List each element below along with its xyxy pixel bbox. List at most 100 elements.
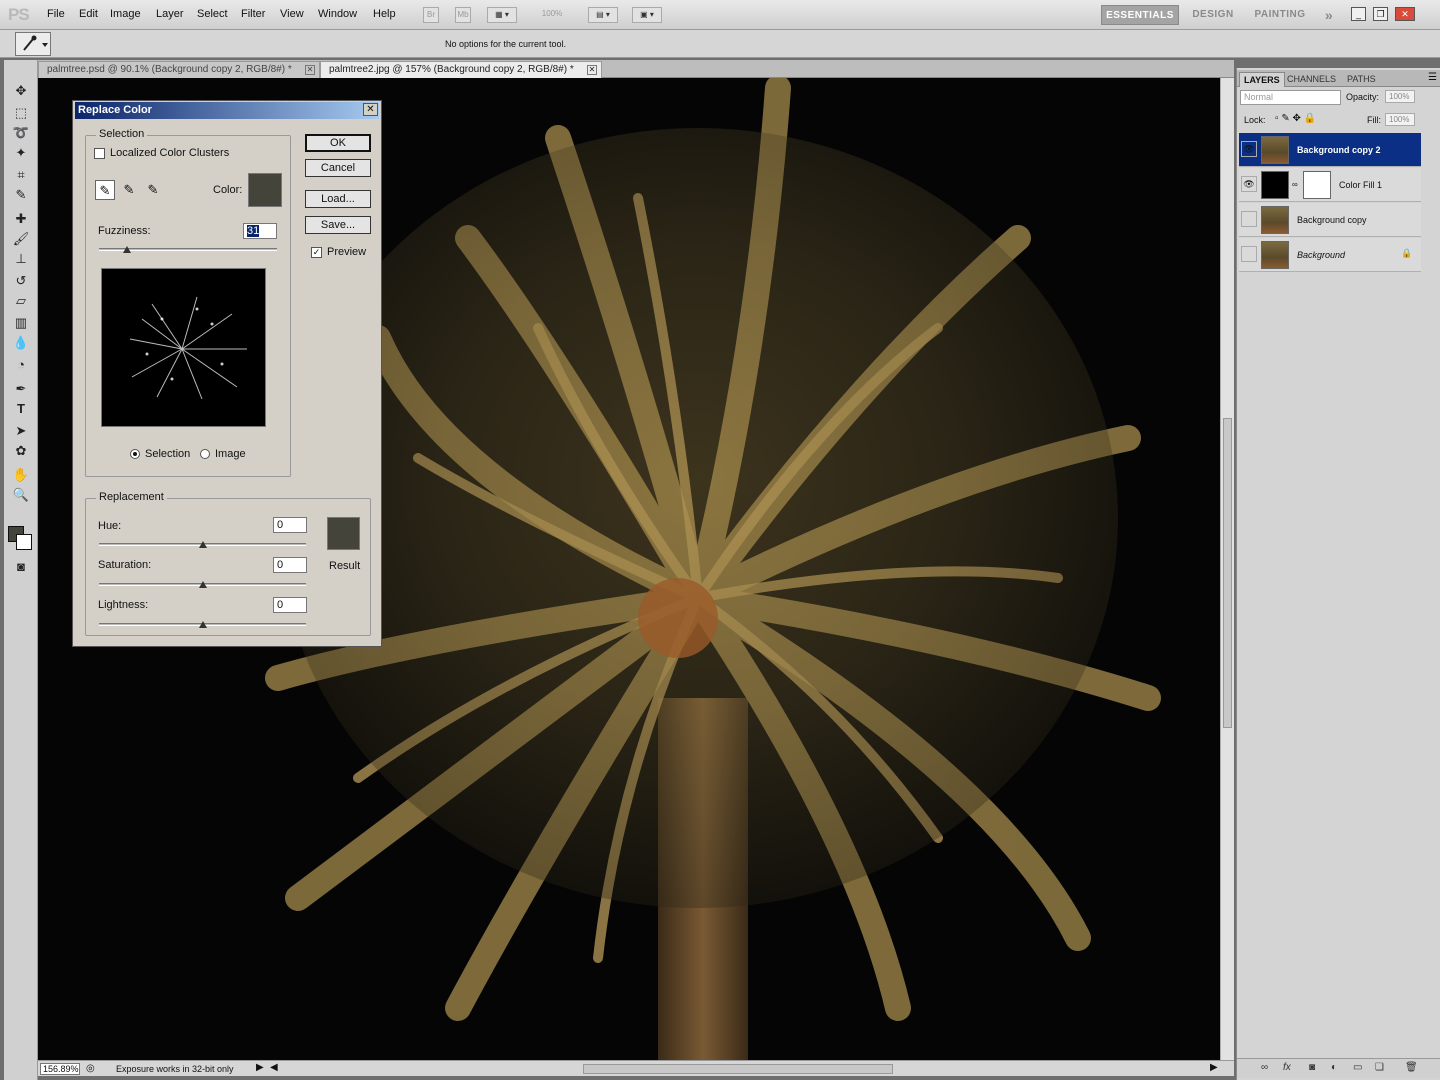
layer-row-background-copy[interactable]: Background copy — [1239, 203, 1421, 237]
menu-select[interactable]: Select — [197, 8, 228, 20]
menu-layer[interactable]: Layer — [156, 8, 184, 20]
saturation-slider-knob[interactable] — [199, 581, 207, 588]
cancel-button[interactable]: Cancel — [305, 159, 371, 177]
add-mask-icon[interactable]: ◙ — [1309, 1062, 1315, 1073]
layer-style-icon[interactable]: fx — [1283, 1062, 1291, 1073]
bridge-button[interactable]: Br — [423, 7, 439, 23]
tab-close-icon[interactable]: ✕ — [587, 65, 597, 75]
menu-edit[interactable]: Edit — [79, 8, 98, 20]
more-workspaces-icon[interactable]: » — [1318, 5, 1340, 25]
hand-tool-icon[interactable]: ✋ — [10, 466, 32, 484]
path-selection-tool-icon[interactable]: ➤ — [10, 422, 32, 440]
eyedropper-plus-icon[interactable]: ✎ — [119, 180, 139, 200]
workspace-painting[interactable]: PAINTING — [1248, 5, 1312, 25]
trash-icon[interactable]: 🗑 — [1405, 1062, 1418, 1073]
status-menu-arrow-icon[interactable]: ▶ — [256, 1062, 264, 1073]
save-button[interactable]: Save... — [305, 216, 371, 234]
tab-palmtree-psd[interactable]: palmtree.psd @ 90.1% (Background copy 2,… — [38, 61, 320, 78]
eye-icon[interactable]: 👁 — [1241, 141, 1257, 157]
ok-button[interactable]: OK — [305, 134, 371, 152]
minibridge-button[interactable]: Mb — [455, 7, 471, 23]
menu-window[interactable]: Window — [318, 8, 357, 20]
screen-mode-button[interactable]: ▣ ▾ — [632, 7, 662, 23]
lightness-slider-knob[interactable] — [199, 621, 207, 628]
fill-field[interactable]: 100% — [1385, 113, 1415, 126]
fuzziness-field[interactable]: 31 — [243, 223, 277, 239]
scroll-right-icon[interactable]: ▶ — [1210, 1062, 1218, 1073]
move-tool-icon[interactable]: ✥ — [10, 82, 32, 100]
new-group-icon[interactable]: ▭ — [1353, 1062, 1362, 1073]
vertical-scroll-thumb[interactable] — [1223, 418, 1232, 728]
tab-channels[interactable]: CHANNELS — [1283, 72, 1340, 87]
tab-close-icon[interactable]: ✕ — [305, 65, 315, 75]
restore-icon[interactable]: ❐ — [1373, 7, 1388, 21]
arrange-documents-button[interactable]: ▤ ▾ — [588, 7, 618, 23]
new-layer-icon[interactable]: ❏ — [1375, 1062, 1384, 1073]
background-color-swatch[interactable] — [16, 534, 32, 550]
lightness-field[interactable]: 0 — [273, 597, 307, 613]
gradient-tool-icon[interactable]: ▥ — [10, 314, 32, 332]
menu-help[interactable]: Help — [373, 8, 396, 20]
zoom-level[interactable]: 100% — [530, 7, 574, 23]
eyedropper-icon[interactable]: ✎ — [95, 180, 115, 200]
workspace-essentials[interactable]: ESSENTIALS — [1101, 5, 1179, 25]
healing-brush-tool-icon[interactable]: ✚ — [10, 210, 32, 228]
layer-row-background[interactable]: Background 🔒 — [1239, 238, 1421, 272]
menu-file[interactable]: File — [47, 8, 65, 20]
fuzziness-slider-knob[interactable] — [122, 246, 131, 253]
shape-tool-icon[interactable]: ✿ — [10, 442, 32, 460]
clone-stamp-tool-icon[interactable]: ⊥ — [10, 250, 32, 268]
pen-tool-icon[interactable]: ✒ — [10, 380, 32, 398]
selection-color-swatch[interactable] — [248, 173, 282, 207]
eye-hidden-icon[interactable] — [1241, 246, 1257, 262]
horizontal-scroll-thumb[interactable] — [583, 1064, 893, 1074]
brush-tool-icon[interactable]: 🖌 — [10, 230, 32, 248]
eraser-tool-icon[interactable]: ▱ — [10, 292, 32, 310]
workspace-design[interactable]: DESIGN — [1186, 5, 1240, 25]
blur-tool-icon[interactable]: 💧 — [10, 334, 32, 352]
eye-hidden-icon[interactable] — [1241, 211, 1257, 227]
magic-wand-tool-icon[interactable]: ✦ — [10, 144, 32, 162]
menu-image[interactable]: Image — [110, 8, 141, 20]
radio-image[interactable] — [200, 449, 210, 459]
eye-icon[interactable]: 👁 — [1241, 176, 1257, 192]
blend-mode-select[interactable]: Normal — [1240, 90, 1341, 105]
localized-clusters-checkbox[interactable] — [94, 148, 105, 159]
view-extras-button[interactable]: ▦ ▾ — [487, 7, 517, 23]
quick-mask-icon[interactable]: ◙ — [10, 558, 32, 576]
scroll-left-icon[interactable]: ◀ — [270, 1062, 278, 1073]
dodge-tool-icon[interactable]: ◔ — [10, 356, 32, 374]
preview-checkbox[interactable]: ✓ — [311, 247, 322, 258]
zoom-tool-icon[interactable]: 🔍 — [10, 486, 32, 504]
menu-filter[interactable]: Filter — [241, 8, 265, 20]
vertical-scrollbar[interactable] — [1220, 78, 1234, 1060]
load-button[interactable]: Load... — [305, 190, 371, 208]
result-color-swatch[interactable] — [327, 517, 360, 550]
lasso-tool-icon[interactable]: ➰ — [10, 124, 32, 142]
radio-selection[interactable] — [130, 449, 140, 459]
saturation-field[interactable]: 0 — [273, 557, 307, 573]
hue-slider-knob[interactable] — [199, 541, 207, 548]
crop-tool-icon[interactable]: ⌗ — [10, 166, 32, 184]
eyedropper-minus-icon[interactable]: ✎ — [143, 180, 163, 200]
status-zoom-field[interactable]: 156.89% — [40, 1063, 80, 1075]
panel-menu-icon[interactable]: ☰ — [1428, 72, 1437, 83]
tab-paths[interactable]: PATHS — [1343, 72, 1380, 87]
type-tool-icon[interactable]: T — [10, 400, 32, 418]
marquee-tool-icon[interactable]: ⬚ — [10, 104, 32, 122]
minimize-icon[interactable]: _ — [1351, 7, 1366, 21]
layer-row-color-fill-1[interactable]: 👁 ∞ Color Fill 1 — [1239, 168, 1421, 202]
tool-preset-picker[interactable] — [15, 32, 51, 56]
close-icon[interactable]: ✕ — [1395, 7, 1415, 21]
tab-layers[interactable]: LAYERS — [1239, 72, 1285, 87]
lock-icons[interactable]: ▫ ✎ ✥ 🔒 — [1275, 113, 1316, 124]
document-info-icon[interactable]: ◎ — [86, 1063, 95, 1074]
menu-view[interactable]: View — [280, 8, 304, 20]
layer-row-background-copy-2[interactable]: 👁 Background copy 2 — [1239, 133, 1421, 167]
opacity-field[interactable]: 100% — [1385, 90, 1415, 103]
hue-field[interactable]: 0 — [273, 517, 307, 533]
dialog-close-icon[interactable]: ✕ — [363, 103, 378, 116]
adjustment-layer-icon[interactable]: ◐ — [1331, 1062, 1337, 1073]
link-layers-icon[interactable]: ∞ — [1261, 1062, 1268, 1073]
tab-palmtree2-jpg[interactable]: palmtree2.jpg @ 157% (Background copy 2,… — [320, 61, 602, 78]
